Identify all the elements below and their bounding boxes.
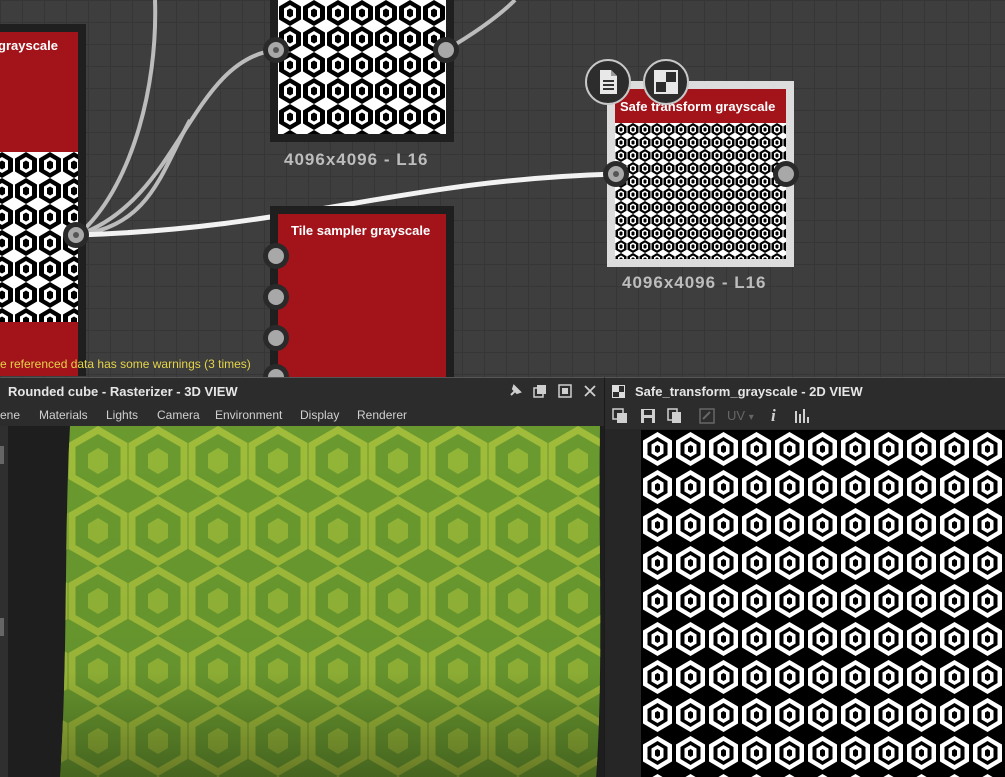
menu-lights[interactable]: Lights bbox=[106, 408, 138, 422]
info-icon[interactable]: i bbox=[771, 406, 776, 425]
restore-icon[interactable] bbox=[533, 384, 547, 398]
menu-renderer[interactable]: Renderer bbox=[357, 408, 407, 422]
input-socket[interactable] bbox=[263, 243, 289, 269]
menu-camera[interactable]: Camera bbox=[157, 408, 200, 422]
copy-icon[interactable] bbox=[667, 408, 683, 424]
tool-button[interactable] bbox=[0, 618, 4, 636]
input-socket[interactable] bbox=[263, 37, 289, 63]
info-label: i bbox=[771, 406, 776, 425]
top-texture-node[interactable] bbox=[270, 0, 454, 142]
node-title: grayscale bbox=[0, 38, 58, 53]
save-icon[interactable] bbox=[640, 408, 656, 424]
output-socket[interactable] bbox=[433, 37, 459, 63]
rendered-mesh bbox=[60, 426, 601, 777]
app-window: grayscale 4096x4096 - L16 Tile sampler g… bbox=[0, 0, 1005, 777]
node-title: Tile sampler grayscale bbox=[291, 223, 431, 238]
tile-sampler-node[interactable]: Tile sampler grayscale bbox=[270, 206, 454, 377]
output-socket[interactable] bbox=[773, 161, 799, 187]
document-icon[interactable] bbox=[585, 59, 631, 105]
3d-viewport[interactable] bbox=[8, 426, 604, 777]
panel-header: Rounded cube - Rasterizer - 3D VIEW bbox=[0, 378, 604, 405]
warning-message: e referenced data has some warnings (3 t… bbox=[0, 357, 251, 371]
2d-view-toolbar: UV ▾ i bbox=[605, 404, 1005, 429]
node-thumbnail bbox=[615, 123, 786, 259]
node-graph-canvas[interactable]: grayscale 4096x4096 - L16 Tile sampler g… bbox=[0, 0, 1005, 377]
checker-icon[interactable] bbox=[643, 59, 689, 105]
input-socket[interactable] bbox=[263, 325, 289, 351]
menu-display[interactable]: Display bbox=[300, 408, 339, 422]
2d-view-panel: Safe_transform_grayscale - 2D VIEW UV ▾ … bbox=[604, 377, 1005, 777]
view-mode-icon[interactable] bbox=[612, 408, 628, 424]
close-icon[interactable] bbox=[583, 384, 597, 398]
menu-environment[interactable]: Environment bbox=[215, 408, 282, 422]
3d-view-side-toolbar[interactable] bbox=[0, 426, 8, 777]
histogram-icon[interactable] bbox=[794, 408, 810, 424]
pin-icon[interactable] bbox=[508, 384, 522, 398]
maximize-icon[interactable] bbox=[558, 384, 572, 398]
menu-materials[interactable]: Materials bbox=[39, 408, 88, 422]
output-socket[interactable] bbox=[63, 222, 89, 248]
panel-header: Safe_transform_grayscale - 2D VIEW bbox=[605, 378, 1005, 404]
resolution-label: 4096x4096 - L16 bbox=[284, 150, 429, 169]
checker-icon bbox=[612, 385, 625, 401]
connection-wires bbox=[76, 0, 617, 238]
3d-view-panel: Rounded cube - Rasterizer - 3D VIEW ene … bbox=[0, 377, 604, 777]
tiling-icon[interactable] bbox=[699, 408, 715, 424]
left-grayscale-node[interactable]: grayscale bbox=[0, 24, 86, 376]
node-header bbox=[278, 214, 446, 377]
2d-viewport[interactable] bbox=[605, 429, 1005, 777]
panel-title: Safe_transform_grayscale - 2D VIEW bbox=[635, 384, 863, 399]
node-body bbox=[0, 60, 78, 152]
node-title: Safe transform grayscale bbox=[620, 99, 776, 114]
node-thumbnail bbox=[278, 0, 446, 134]
safe-transform-node[interactable]: Safe transform grayscale bbox=[607, 81, 794, 267]
texture-preview bbox=[641, 430, 1005, 777]
uv-dropdown[interactable]: UV ▾ bbox=[727, 408, 754, 424]
panel-title: Rounded cube - Rasterizer - 3D VIEW bbox=[8, 384, 238, 399]
menu-scene[interactable]: ene bbox=[0, 408, 20, 422]
tool-button[interactable] bbox=[0, 446, 4, 464]
resolution-label: 4096x4096 - L16 bbox=[622, 273, 767, 292]
input-socket[interactable] bbox=[263, 284, 289, 310]
input-socket[interactable] bbox=[603, 161, 629, 187]
chevron-down-icon: ▾ bbox=[748, 412, 754, 423]
uv-label: UV bbox=[727, 408, 746, 423]
3d-view-menubar: ene Materials Lights Camera Environment … bbox=[0, 405, 604, 426]
